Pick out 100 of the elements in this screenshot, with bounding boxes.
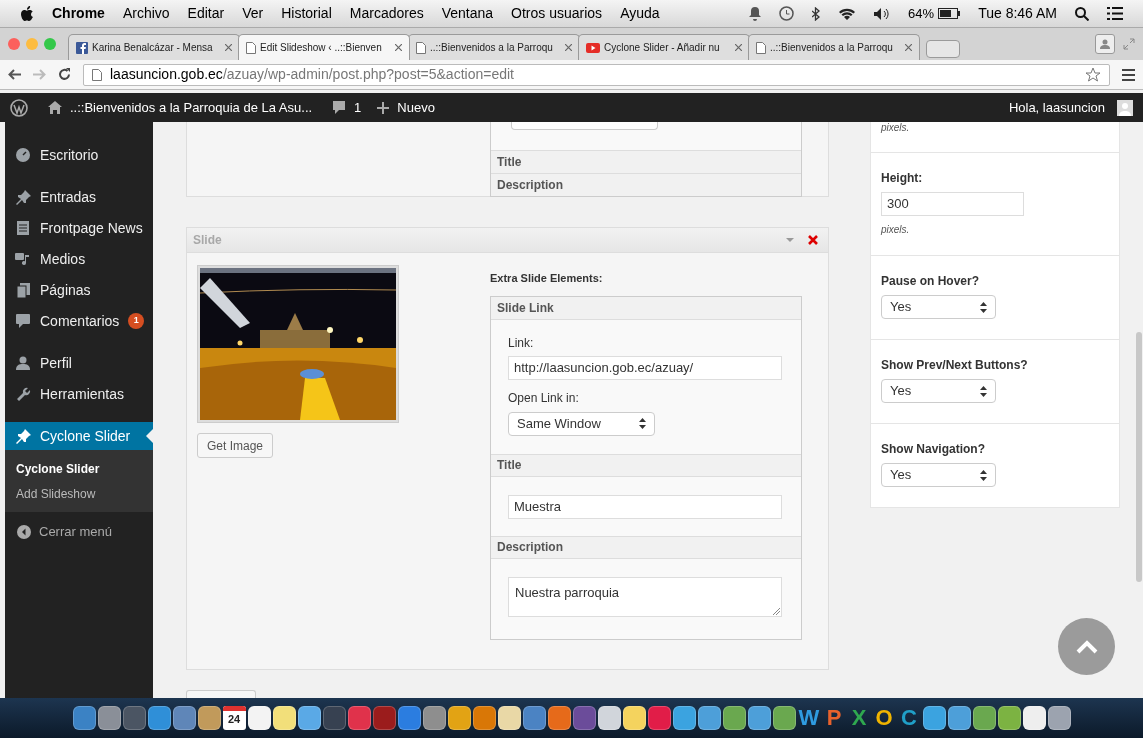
section-header[interactable]: Description: [491, 173, 801, 196]
menu-item[interactable]: Ayuda: [620, 3, 660, 24]
clock-text[interactable]: Tue 8:46 AM: [978, 3, 1057, 24]
menu-item[interactable]: Historial: [281, 3, 332, 24]
dock-app-icon[interactable]: [922, 706, 946, 730]
star-icon[interactable]: [1085, 66, 1101, 83]
dock-app-icon[interactable]: [997, 706, 1021, 730]
yes-no-select[interactable]: Yes: [881, 379, 996, 403]
menu-item[interactable]: Marcadores: [349, 3, 424, 24]
browser-tab[interactable]: ..::Bienvenidos a la Parroqu: [748, 34, 920, 60]
dock-app-icon[interactable]: [447, 706, 471, 730]
avatar-icon[interactable]: [1117, 99, 1133, 116]
dock-app-icon[interactable]: X: [847, 706, 871, 730]
dock-app-icon[interactable]: W: [797, 706, 821, 730]
comment-count[interactable]: 1: [354, 97, 362, 118]
battery-icon[interactable]: [938, 8, 961, 19]
sidebar-item[interactable]: Escritorio: [5, 141, 153, 169]
address-field[interactable]: laasuncion.gob.ec/azuay/wp-admin/post.php?post=5&action=edit: [83, 63, 1110, 86]
dock-app-icon[interactable]: [272, 706, 296, 730]
site-name-link[interactable]: ..::Bienvenidos a la Parroquia de La Asu...: [70, 97, 313, 118]
get-image-button[interactable]: Get Image: [197, 433, 274, 458]
section-header[interactable]: Description: [491, 535, 801, 559]
dock-app-icon[interactable]: [422, 706, 446, 730]
list-icon[interactable]: [1107, 7, 1123, 20]
close-icon[interactable]: [808, 235, 818, 245]
section-header[interactable]: Title: [491, 453, 801, 477]
dock-app-icon[interactable]: [597, 706, 621, 730]
submenu-item[interactable]: Cyclone Slider: [5, 456, 153, 481]
dock-app-icon[interactable]: [697, 706, 721, 730]
sidebar-item[interactable]: Comentarios 1: [5, 307, 153, 335]
greeting-link[interactable]: Hola, laasuncion: [1008, 97, 1105, 118]
menu-icon[interactable]: [1122, 68, 1135, 81]
dock-app-icon[interactable]: [197, 706, 221, 730]
close-icon[interactable]: [395, 44, 402, 51]
dock-app-icon[interactable]: [1022, 706, 1046, 730]
scrollbar-thumb[interactable]: [1136, 332, 1142, 582]
dock-calendar-icon[interactable]: 24: [222, 706, 246, 730]
dock-app-icon[interactable]: O: [872, 706, 896, 730]
home-icon[interactable]: [48, 101, 62, 114]
clock-icon[interactable]: [779, 6, 795, 21]
menu-item[interactable]: Editar: [187, 3, 225, 24]
close-icon[interactable]: [905, 44, 912, 51]
sidebar-item[interactable]: Perfil: [5, 349, 153, 377]
close-icon[interactable]: [735, 44, 742, 51]
new-link[interactable]: Nuevo: [397, 97, 435, 118]
wifi-icon[interactable]: [838, 7, 857, 20]
volume-icon[interactable]: [874, 7, 891, 20]
sidebar-item[interactable]: Páginas: [5, 276, 153, 304]
yes-no-select[interactable]: Yes: [881, 463, 996, 487]
bluetooth-icon[interactable]: [812, 6, 821, 21]
collapse-menu-button[interactable]: Cerrar menú: [5, 522, 153, 542]
dock-app-icon[interactable]: [297, 706, 321, 730]
dock-app-icon[interactable]: [772, 706, 796, 730]
back-icon[interactable]: [8, 69, 21, 80]
menu-item[interactable]: Otros usuarios: [511, 3, 603, 24]
browser-tab[interactable]: ..::Bienvenidos a la Parroqu: [408, 34, 580, 60]
sidebar-item[interactable]: Frontpage News: [5, 214, 153, 242]
section-header[interactable]: Title: [491, 150, 801, 173]
dock-app-icon[interactable]: [497, 706, 521, 730]
speech-bubble-icon[interactable]: [332, 101, 347, 114]
dock-app-icon[interactable]: [247, 706, 271, 730]
close-icon[interactable]: [565, 44, 572, 51]
menu-item[interactable]: Ver: [242, 3, 264, 24]
submenu-item[interactable]: Add Slideshow: [5, 481, 153, 506]
bell-icon[interactable]: [749, 6, 762, 21]
sidebar-item[interactable]: Herramientas: [5, 380, 153, 408]
browser-tab[interactable]: Karina Benalcázar - Mensa: [68, 34, 240, 60]
app-menu[interactable]: Chrome: [52, 3, 105, 24]
resize-handle-icon[interactable]: [773, 607, 780, 615]
sidebar-item[interactable]: Entradas: [5, 183, 153, 211]
sidebar-item[interactable]: Cyclone Slider: [5, 422, 153, 450]
dock-app-icon[interactable]: [747, 706, 771, 730]
description-field[interactable]: Nuestra parroquia: [508, 576, 782, 617]
section-header[interactable]: Slide Link: [491, 296, 801, 320]
dock-app-icon[interactable]: [947, 706, 971, 730]
reload-icon[interactable]: [58, 68, 71, 81]
plus-icon[interactable]: [377, 101, 390, 114]
dock-app-icon[interactable]: [147, 706, 171, 730]
menu-item[interactable]: Archivo: [122, 3, 170, 24]
dock-app-icon[interactable]: [1047, 706, 1071, 730]
dock-app-icon[interactable]: C: [897, 706, 921, 730]
dock-app-icon[interactable]: P: [822, 706, 846, 730]
profile-button[interactable]: [1095, 34, 1115, 54]
dock-app-icon[interactable]: [97, 706, 121, 730]
title-field[interactable]: Muestra: [508, 494, 782, 519]
dock-app-icon[interactable]: [622, 706, 646, 730]
link-field[interactable]: http://laasuncion.gob.ec/azuay/: [508, 355, 782, 380]
scroll-to-top-button[interactable]: [1058, 618, 1115, 675]
close-icon[interactable]: [225, 44, 232, 51]
apple-icon[interactable]: [20, 5, 34, 22]
open-link-select[interactable]: Same Window: [508, 411, 655, 436]
dock-app-icon[interactable]: [672, 706, 696, 730]
dock-app-icon[interactable]: [522, 706, 546, 730]
sidebar-item[interactable]: Medios: [5, 245, 153, 273]
yes-no-select[interactable]: Yes: [881, 295, 996, 319]
dock-app-icon[interactable]: [972, 706, 996, 730]
dock-app-icon[interactable]: [547, 706, 571, 730]
height-field[interactable]: 300: [881, 192, 1024, 216]
dock-app-icon[interactable]: [172, 706, 196, 730]
browser-tab[interactable]: Cyclone Slider - Añadir nu: [578, 34, 750, 60]
